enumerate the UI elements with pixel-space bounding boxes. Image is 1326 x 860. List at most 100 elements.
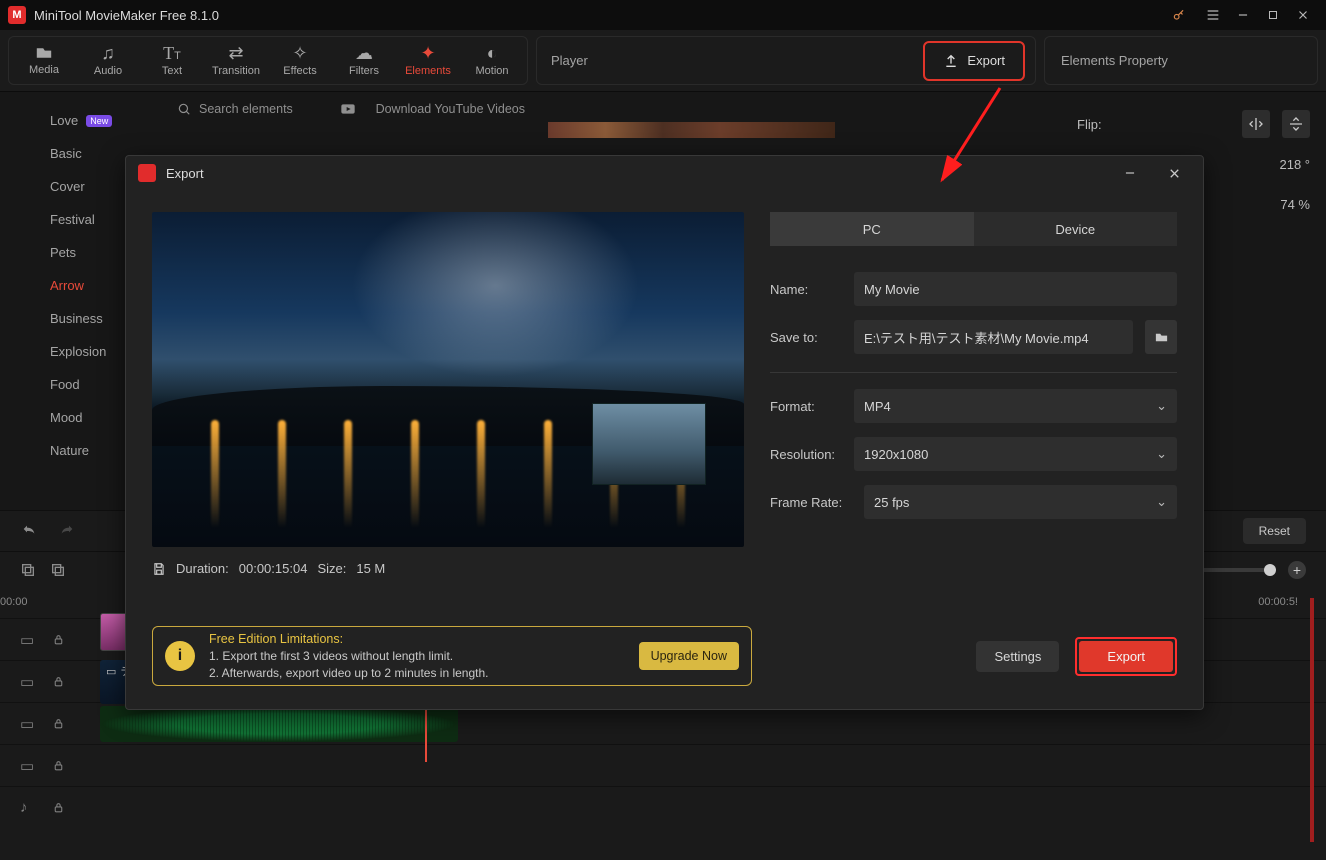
- music-icon: ♪: [20, 799, 38, 816]
- limitations-line1: 1. Export the first 3 videos without len…: [209, 648, 489, 665]
- rotation-value: 218 °: [1279, 157, 1310, 172]
- info-icon: i: [165, 641, 195, 671]
- timeline-dup-button[interactable]: [20, 562, 36, 578]
- upload-icon: [943, 53, 959, 69]
- key-icon[interactable]: [1164, 0, 1194, 30]
- player-label: Player: [543, 53, 588, 68]
- lock-icon[interactable]: [52, 633, 70, 646]
- track-header-audio: ♪: [0, 786, 1326, 828]
- app-logo-icon: [138, 164, 156, 182]
- category-love[interactable]: LoveNew: [0, 104, 165, 137]
- framerate-select[interactable]: 25 fps⌄: [864, 485, 1177, 519]
- export-button-highlight: Export: [923, 41, 1025, 81]
- youtube-download-icon: [340, 103, 356, 115]
- lock-icon[interactable]: [52, 717, 70, 730]
- new-badge: New: [86, 115, 112, 127]
- name-field[interactable]: My Movie: [854, 272, 1177, 306]
- film-icon: ▭: [20, 673, 38, 691]
- size-label: Size:: [317, 561, 346, 576]
- dialog-close-button[interactable]: [1157, 158, 1191, 188]
- track-header-video2: ▭: [0, 744, 1326, 786]
- tab-device[interactable]: Device: [974, 212, 1178, 246]
- hamburger-icon[interactable]: [1198, 0, 1228, 30]
- save-icon: [152, 562, 166, 576]
- undo-button[interactable]: [20, 523, 38, 539]
- resolution-label: Resolution:: [770, 447, 842, 462]
- film-icon: ▭: [20, 631, 38, 649]
- settings-button[interactable]: Settings: [976, 641, 1059, 672]
- waveform-icon: [100, 706, 458, 742]
- export-final-highlight: Export: [1075, 637, 1177, 676]
- tab-elements[interactable]: ✦Elements: [399, 38, 457, 84]
- format-label: Format:: [770, 399, 842, 414]
- export-target-tabs: PC Device: [770, 212, 1177, 246]
- timeline-right-marker: [1310, 598, 1314, 842]
- flip-horizontal-button[interactable]: [1242, 110, 1270, 138]
- lock-icon[interactable]: [52, 675, 70, 688]
- titlebar: M MiniTool MovieMaker Free 8.1.0: [0, 0, 1326, 30]
- chevron-down-icon: ⌄: [1156, 446, 1167, 462]
- saveto-field[interactable]: E:\テスト用\テスト素材\My Movie.mp4: [854, 320, 1133, 354]
- export-final-button[interactable]: Export: [1079, 641, 1173, 672]
- clip-icon: ▭: [106, 665, 116, 678]
- app-logo-icon: M: [8, 6, 26, 24]
- film-icon: ▭: [20, 715, 38, 733]
- search-input[interactable]: Search elements: [199, 102, 293, 116]
- resolution-select[interactable]: 1920x1080⌄: [854, 437, 1177, 471]
- export-dialog: Export Duration: 00:00:15:04 Size:: [125, 155, 1204, 710]
- tab-transition[interactable]: ⇄Transition: [207, 38, 265, 84]
- video-preview-strip: [548, 122, 835, 138]
- tab-audio[interactable]: ♫Audio: [79, 38, 137, 84]
- framerate-label: Frame Rate:: [770, 495, 852, 510]
- player-panel-header: Player Export: [536, 36, 1036, 85]
- download-youtube-button[interactable]: Download YouTube Videos: [376, 102, 525, 116]
- size-value: 15 M: [356, 561, 385, 576]
- toolbar-tabs: Media ♫Audio TTText ⇄Transition ✧Effects…: [8, 36, 528, 85]
- export-form: PC Device Name: My Movie Save to: E:\テスト…: [770, 212, 1177, 613]
- opacity-value: 74 %: [1280, 197, 1310, 212]
- dialog-minimize-button[interactable]: [1113, 158, 1147, 188]
- flip-label: Flip:: [1077, 117, 1102, 132]
- limitations-title: Free Edition Limitations:: [209, 630, 489, 648]
- tab-text[interactable]: TTText: [143, 38, 201, 84]
- dialog-title: Export: [166, 166, 204, 181]
- dialog-titlebar: Export: [126, 156, 1203, 190]
- tab-media[interactable]: Media: [15, 38, 73, 84]
- upgrade-button[interactable]: Upgrade Now: [639, 642, 739, 670]
- duration-value: 00:00:15:04: [239, 561, 308, 576]
- duration-label: Duration:: [176, 561, 229, 576]
- tab-filters[interactable]: ☁Filters: [335, 38, 393, 84]
- tab-motion[interactable]: ◐Motion: [463, 38, 521, 84]
- tab-pc[interactable]: PC: [770, 212, 974, 246]
- limitations-line2: 2. Afterwards, export video up to 2 minu…: [209, 665, 489, 682]
- chevron-down-icon: ⌄: [1156, 494, 1167, 510]
- lock-icon[interactable]: [52, 759, 70, 772]
- name-label: Name:: [770, 282, 842, 297]
- preview-pip-thumbnail: [592, 403, 706, 485]
- search-icon: [177, 102, 191, 116]
- app-title: MiniTool MovieMaker Free 8.1.0: [34, 8, 1164, 23]
- reset-button[interactable]: Reset: [1243, 518, 1306, 544]
- properties-label: Elements Property: [1051, 53, 1168, 68]
- export-preview: Duration: 00:00:15:04 Size: 15 M: [152, 212, 744, 613]
- redo-button[interactable]: [58, 523, 76, 539]
- audio-clip[interactable]: [100, 706, 458, 742]
- maximize-button[interactable]: [1258, 0, 1288, 30]
- lock-icon[interactable]: [52, 801, 70, 814]
- preview-image: [152, 212, 744, 547]
- timeline-dup2-button[interactable]: [50, 562, 66, 578]
- close-button[interactable]: [1288, 0, 1318, 30]
- format-select[interactable]: MP4⌄: [854, 389, 1177, 423]
- flip-vertical-button[interactable]: [1282, 110, 1310, 138]
- zoom-in-button[interactable]: +: [1288, 561, 1306, 579]
- film-icon: ▭: [20, 757, 38, 775]
- properties-panel-header: Elements Property: [1044, 36, 1318, 85]
- tab-effects[interactable]: ✧Effects: [271, 38, 329, 84]
- free-edition-limitations: i Free Edition Limitations: 1. Export th…: [152, 626, 752, 686]
- main-toolbar: Media ♫Audio TTText ⇄Transition ✧Effects…: [0, 30, 1326, 92]
- browse-button[interactable]: [1145, 320, 1177, 354]
- chevron-down-icon: ⌄: [1156, 398, 1167, 414]
- export-button[interactable]: Export: [929, 47, 1019, 75]
- saveto-label: Save to:: [770, 330, 842, 345]
- minimize-button[interactable]: [1228, 0, 1258, 30]
